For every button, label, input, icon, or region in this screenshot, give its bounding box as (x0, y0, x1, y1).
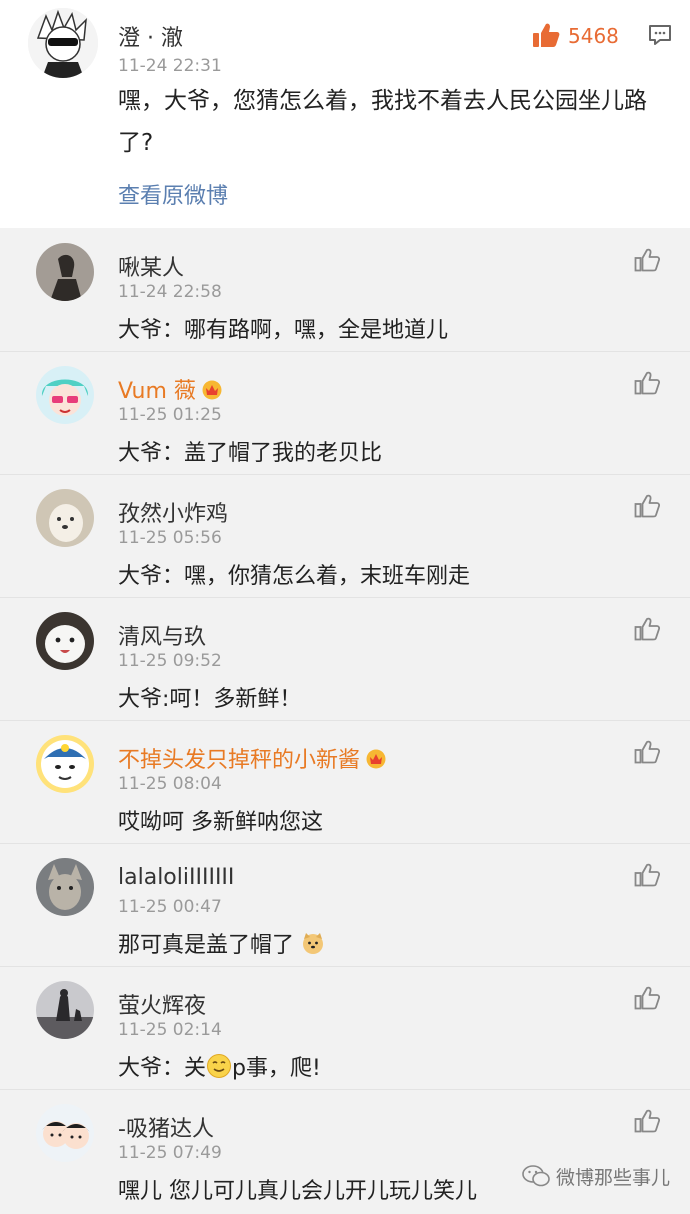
comment-username-text: Vum 薇 (118, 379, 196, 404)
comment-text: 嘿儿 您儿可儿真儿会儿开儿玩儿笑儿 (118, 1179, 477, 1204)
like-icon[interactable] (634, 740, 661, 768)
comment-avatar[interactable] (36, 243, 94, 301)
comment-text-after: p事，爬! (232, 1056, 321, 1081)
like-icon[interactable] (634, 248, 661, 276)
like-icon[interactable] (634, 986, 661, 1014)
comment-item: lalaloliIIIIIII 11-25 00:47 那可真是盖了帽了 (0, 843, 690, 967)
comment-username[interactable]: 啾某人 (118, 250, 184, 282)
comment-text: 哎呦呵 多新鲜呐您这 (118, 810, 323, 835)
view-original-link[interactable]: 查看原微博 (118, 178, 228, 210)
like-icon[interactable] (634, 617, 661, 645)
comment-text: 大爷:呵！多新鲜！ (118, 687, 302, 712)
watermark-text: 微博那些事儿 (555, 1167, 670, 1189)
comment-avatar[interactable] (36, 981, 94, 1039)
comment-time: 11-25 08:04 (118, 774, 222, 794)
comment-username[interactable]: 萤火辉夜 (118, 988, 206, 1020)
watermark: 微博那些事儿 (522, 1163, 670, 1192)
comment-text-before: 大爷：关 (118, 1056, 207, 1081)
doge-emoji-icon (301, 931, 325, 961)
comment-time: 11-24 22:58 (118, 282, 222, 302)
comment-text-content: 那可真是盖了帽了 (118, 933, 295, 958)
comment-username[interactable]: lalaloliIIIIIII (118, 865, 234, 890)
comment-item: 啾某人 11-24 22:58 大爷：哪有路啊，嘿，全是地道儿 (0, 228, 690, 352)
comment-avatar[interactable] (36, 612, 94, 670)
comment-avatar[interactable] (36, 366, 94, 424)
comment-item: 萤火辉夜 11-25 02:14 大爷：关 p事，爬! (0, 966, 690, 1090)
comment-item: Vum 薇 11-25 01:25 大爷：盖了帽了我的老贝比 (0, 351, 690, 475)
like-icon[interactable] (634, 494, 661, 522)
comment-item: 清风与玖 11-25 09:52 大爷:呵！多新鲜！ (0, 597, 690, 721)
comment-text: 大爷：嘿，你猜怎么着，末班车刚走 (118, 564, 471, 589)
like-icon[interactable] (634, 863, 661, 891)
comment-username[interactable]: -吸猪达人 (118, 1111, 214, 1143)
vip-crown-icon (200, 378, 224, 406)
comment-username[interactable]: 清风与玖 (118, 619, 206, 651)
comment-icon[interactable] (648, 24, 672, 50)
post-author-avatar[interactable] (28, 8, 98, 78)
like-icon[interactable] (532, 22, 560, 52)
comment-item: -吸猪达人 11-25 07:49 嘿儿 您儿可儿真儿会儿开儿玩儿笑儿 (0, 1089, 690, 1212)
comment-username-text: 不掉头发只掉秤的小新酱 (118, 748, 361, 773)
comment-text: 大爷：关 p事，爬! (118, 1050, 321, 1085)
post-time: 11-24 22:31 (118, 56, 222, 76)
comment-item: 孜然小炸鸡 11-25 05:56 大爷：嘿，你猜怎么着，末班车刚走 (0, 474, 690, 598)
like-icon[interactable] (634, 1109, 661, 1137)
main-post: 澄 · 澈 11-24 22:31 5468 嘿，大爷，您猜怎么着，我找不着去人… (0, 0, 690, 228)
comment-avatar[interactable] (36, 489, 94, 547)
post-like-count: 5468 (568, 24, 619, 48)
comment-avatar[interactable] (36, 1104, 94, 1162)
comment-time: 11-25 01:25 (118, 405, 222, 425)
comment-time: 11-25 07:49 (118, 1143, 222, 1163)
comment-username[interactable]: 不掉头发只掉秤的小新酱 (118, 742, 388, 775)
comment-username[interactable]: Vum 薇 (118, 373, 224, 406)
smile-emoji-icon (206, 1053, 232, 1085)
post-text: 嘿，大爷，您猜怎么着，我找不着去人民公园坐儿路了? (118, 88, 647, 156)
comment-time: 11-25 02:14 (118, 1020, 222, 1040)
post-author-name[interactable]: 澄 · 澈 (118, 20, 183, 52)
comment-text: 大爷：盖了帽了我的老贝比 (118, 441, 383, 466)
wechat-icon (522, 1165, 550, 1192)
comment-text: 大爷：哪有路啊，嘿，全是地道儿 (118, 318, 449, 343)
comment-time: 11-25 00:47 (118, 897, 222, 917)
comment-avatar[interactable] (36, 735, 94, 793)
comment-avatar[interactable] (36, 858, 94, 916)
vip-crown-icon (364, 747, 388, 775)
comment-username[interactable]: 孜然小炸鸡 (118, 496, 228, 528)
comment-time: 11-25 09:52 (118, 651, 222, 671)
comment-time: 11-25 05:56 (118, 528, 222, 548)
like-icon[interactable] (634, 371, 661, 399)
comment-item: 不掉头发只掉秤的小新酱 11-25 08:04 哎呦呵 多新鲜呐您这 (0, 720, 690, 844)
comment-list: 啾某人 11-24 22:58 大爷：哪有路啊，嘿，全是地道儿 Vum 薇 11… (0, 228, 690, 1214)
comment-text: 那可真是盖了帽了 (118, 927, 325, 961)
